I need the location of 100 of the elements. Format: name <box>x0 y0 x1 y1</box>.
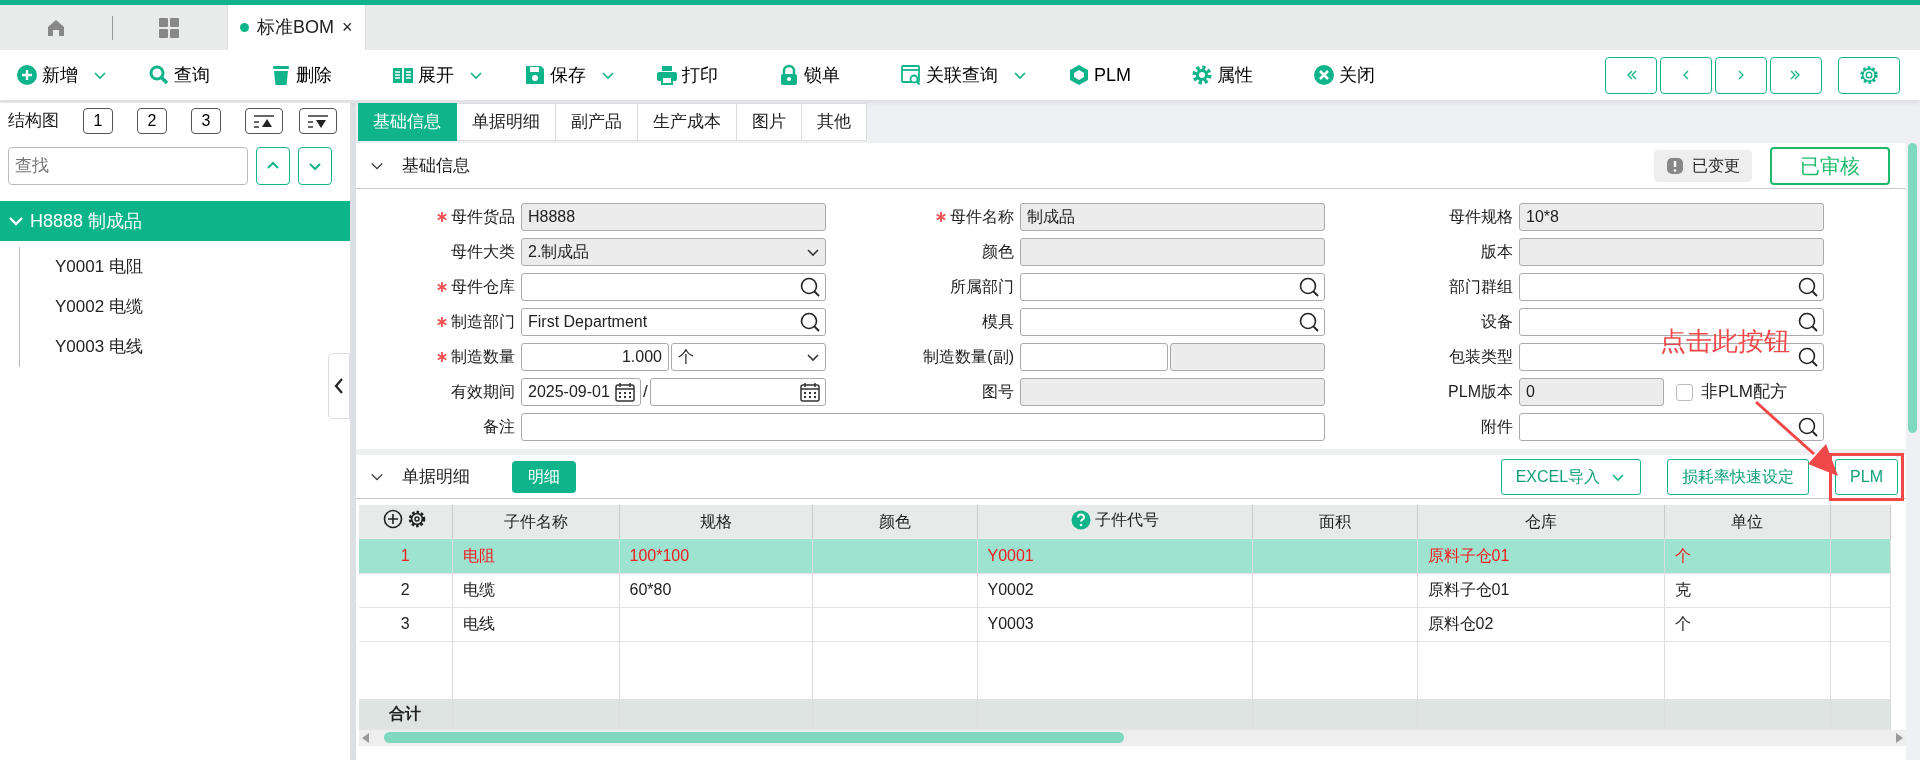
table-row[interactable]: 3 电线 Y0003 原料仓02 个 <box>359 607 1890 641</box>
field-label: 制造数量(副) <box>923 347 1014 367</box>
column-header[interactable]: 面积 <box>1318 510 1351 534</box>
toolbar-button[interactable]: 删除 <box>270 61 332 89</box>
form-tab[interactable]: 单据明细 <box>457 103 556 141</box>
table-cell: 原料子仓01 <box>1427 581 1510 598</box>
column-header[interactable]: 单位 <box>1731 510 1763 534</box>
form-tab[interactable]: 其他 <box>802 103 867 141</box>
tree-item[interactable]: Y0003 电线 <box>20 327 350 367</box>
level-button[interactable]: 1 <box>83 108 113 134</box>
form-tab[interactable]: 副产品 <box>556 103 638 141</box>
table-row[interactable]: 2 电缆 60*80 Y0002 原料子仓01 克 <box>359 573 1890 607</box>
field-label: 图号 <box>982 382 1014 402</box>
unit-select[interactable]: 个 <box>671 343 826 371</box>
grid-icon[interactable] <box>158 16 180 39</box>
toolbar-button[interactable]: 查询 <box>148 61 210 89</box>
toolbar-button[interactable]: 保存 <box>524 61 616 89</box>
toolbar-button[interactable]: 新增 <box>16 61 108 89</box>
settings-button[interactable] <box>1838 56 1900 94</box>
expand-icon <box>307 114 329 129</box>
down-button[interactable] <box>298 147 332 185</box>
table-cell: 原料仓02 <box>1427 615 1494 632</box>
field-label: 母件规格 <box>1449 207 1513 227</box>
search-field[interactable]: 查找 <box>8 147 248 185</box>
section-title: 基础信息 <box>402 154 470 177</box>
form-tab[interactable]: 生产成本 <box>638 103 737 141</box>
nav-button[interactable] <box>1660 56 1712 94</box>
column-header[interactable]: 仓库 <box>1524 510 1557 534</box>
collapse-handle[interactable] <box>328 353 350 419</box>
table-cell: 个 <box>1674 546 1691 564</box>
field-label: 母件大类 <box>451 242 515 262</box>
lookup-field[interactable] <box>1519 273 1824 301</box>
search-icon <box>148 64 170 86</box>
panel-title: 结构图 <box>8 110 59 133</box>
toolbar-button[interactable]: 打印 <box>656 61 718 89</box>
scrollbar-thumb[interactable] <box>1908 143 1917 433</box>
expand-all-button[interactable] <box>245 108 283 134</box>
input-field[interactable] <box>1020 343 1168 371</box>
field-label: 制造数量 <box>451 347 515 367</box>
lookup-field[interactable] <box>1020 273 1325 301</box>
checkbox-label: 非PLM配方 <box>1701 381 1787 404</box>
search-icon <box>1298 276 1320 298</box>
table-cell: Y0001 <box>987 546 1034 564</box>
checkbox[interactable] <box>1676 383 1693 401</box>
field-label: 备注 <box>483 417 515 437</box>
toolbar-button[interactable]: 关闭 <box>1313 61 1375 89</box>
input-field: 10*8 <box>1519 203 1824 231</box>
trash-icon <box>270 64 292 86</box>
field-label: 母件货品 <box>451 207 515 227</box>
lookup-field[interactable]: First Department <box>521 308 826 336</box>
table-cell: 电线 <box>462 615 495 632</box>
hexagon-icon <box>1068 64 1090 86</box>
scrollbar-thumb[interactable] <box>384 732 1124 743</box>
lookup-field[interactable] <box>1519 413 1824 441</box>
column-header[interactable]: 颜色 <box>878 510 911 534</box>
select-field[interactable]: 2.制成品 <box>521 238 826 266</box>
search-icon <box>799 311 821 333</box>
input-field[interactable] <box>521 413 1325 441</box>
toolbar-button[interactable]: 关联查询 <box>900 61 1028 89</box>
window-search-icon <box>900 64 922 86</box>
table-cell: 电阻 <box>462 546 495 564</box>
total-label: 合计 <box>389 704 422 722</box>
calendar-icon <box>799 381 821 403</box>
add-row-icon[interactable] <box>383 508 404 529</box>
input-field: 制成品 <box>1020 203 1325 231</box>
expand-all-button[interactable] <box>299 108 337 134</box>
nav-button[interactable] <box>1770 56 1822 94</box>
table-cell: 个 <box>1674 615 1691 632</box>
input-field: H8888 <box>521 203 826 231</box>
toolbar-button[interactable]: PLM <box>1068 61 1131 89</box>
date-field[interactable] <box>649 378 826 406</box>
gear-icon[interactable] <box>407 508 428 529</box>
lookup-field[interactable] <box>521 273 826 301</box>
settings-icon <box>1858 64 1880 86</box>
up-button[interactable] <box>256 147 290 185</box>
number-field[interactable]: 1.000 <box>521 343 669 371</box>
date-field[interactable]: 2025-09-01 <box>521 378 641 406</box>
collapse-icon <box>253 114 275 129</box>
document-tab[interactable]: 标准BOM × <box>227 5 366 50</box>
changed-badge: 已变更 <box>1654 149 1752 182</box>
toolbar-button[interactable]: 展开 <box>392 61 484 89</box>
nav-button[interactable] <box>1715 56 1767 94</box>
level-button[interactable]: 2 <box>137 108 167 134</box>
tree-item[interactable]: Y0001 电阻 <box>20 247 350 287</box>
search-icon <box>1298 311 1320 333</box>
lookup-field[interactable] <box>1020 308 1325 336</box>
scroll-right-icon <box>1895 732 1903 743</box>
search-icon <box>1797 276 1819 298</box>
form-tab[interactable]: 图片 <box>737 103 802 141</box>
level-button[interactable]: 3 <box>191 108 221 134</box>
table-cell: 原料子仓01 <box>1427 546 1510 564</box>
table-cell: Y0002 <box>987 581 1034 598</box>
nav-button[interactable] <box>1605 56 1657 94</box>
toolbar-button[interactable]: 锁单 <box>778 61 840 89</box>
section-title: 单据明细 <box>402 465 470 488</box>
column-header[interactable]: 规格 <box>699 510 732 534</box>
printer-icon <box>656 64 678 86</box>
toolbar-button[interactable]: 属性 <box>1191 61 1253 89</box>
close-button[interactable]: × <box>342 14 353 41</box>
tree-item[interactable]: Y0002 电缆 <box>20 287 350 327</box>
